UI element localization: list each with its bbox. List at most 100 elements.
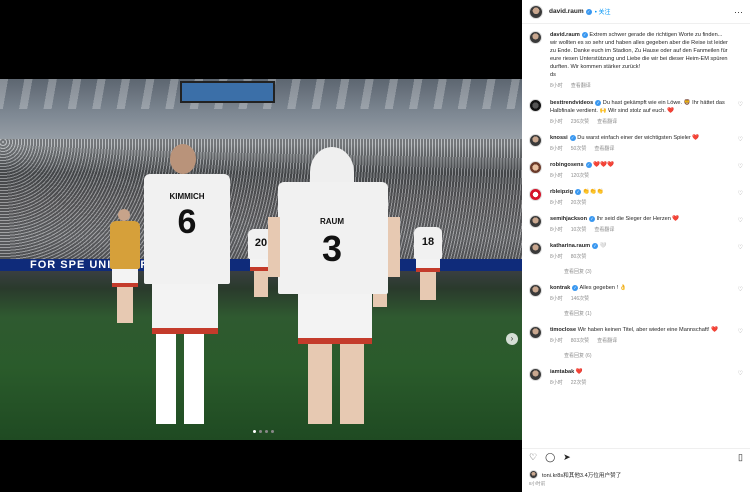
comment-item: besttrendvideos ✓ Du hast gekämpft wie ei…	[522, 99, 750, 126]
caption-avatar[interactable]	[529, 31, 542, 44]
comment-likes[interactable]: 10次赞	[571, 227, 587, 233]
follow-button[interactable]: • 关注	[595, 7, 611, 16]
send-icon[interactable]: ➤	[563, 452, 571, 463]
post-header: david.raum ✓ • 关注 ···	[522, 0, 750, 24]
comment-text: 👏👏👏	[582, 189, 604, 195]
view-replies-link[interactable]: 查看回复 (1)	[564, 310, 730, 318]
comment-text: 🤍	[599, 243, 607, 249]
commenter-avatar[interactable]	[529, 242, 542, 255]
comment-text: Du warst einfach einer der wichtigsten S…	[577, 135, 700, 141]
comment-likes[interactable]: 120次赞	[571, 173, 589, 179]
comment-username[interactable]: knossi	[550, 135, 568, 141]
likes-text[interactable]: toni.kr8s和其他3.4万位用户赞了	[542, 471, 621, 479]
see-translation-link[interactable]: 查看翻译	[594, 146, 614, 152]
comment-likes[interactable]: 22次赞	[571, 380, 587, 386]
comment-like-heart-icon[interactable]: ♡	[738, 101, 743, 108]
comment-likes[interactable]: 50次赞	[571, 146, 587, 152]
commenter-avatar[interactable]	[529, 326, 542, 339]
liker-avatar[interactable]	[529, 470, 538, 479]
commenter-avatar[interactable]	[529, 99, 542, 112]
comment-item: katharina.raum ✓ 🤍 8小时 80次赞 查看回复 (3) ♡	[522, 242, 750, 276]
comment-username[interactable]: timoclose	[550, 327, 576, 333]
background-player-bib	[108, 209, 142, 324]
carousel-dot	[271, 430, 274, 433]
more-icon[interactable]: ···	[734, 7, 743, 17]
comment-username[interactable]: besttrendvideos	[550, 100, 593, 106]
caption-time: 8小时	[550, 83, 563, 89]
carousel-dot	[259, 430, 262, 433]
carousel-dot	[265, 430, 268, 433]
commenter-avatar[interactable]	[529, 284, 542, 297]
comment-text: ❤️	[575, 369, 583, 375]
player-kimmich: KIMMICH 6	[140, 144, 240, 434]
player-raum: RAUM 3	[268, 147, 408, 437]
comment-like-heart-icon[interactable]: ♡	[738, 136, 743, 143]
comment-likes[interactable]: 236次赞	[571, 119, 589, 125]
comment-like-heart-icon[interactable]: ♡	[738, 286, 743, 293]
comments-list[interactable]: david.raum ✓ Extrem schwer gerade die ric…	[522, 26, 750, 444]
comment-likes[interactable]: 20次赞	[571, 200, 587, 206]
caption: david.raum ✓ Extrem schwer gerade die ric…	[522, 31, 750, 90]
author-username[interactable]: david.raum	[549, 8, 584, 15]
caption-tag[interactable]: ds	[550, 72, 556, 78]
post-media: FOR SPE UNITED FOR 20 18 7	[0, 0, 522, 492]
comment-time: 8小时	[550, 338, 563, 344]
comment-icon[interactable]: ◯	[545, 452, 555, 463]
comment-username[interactable]: iamtabak	[550, 369, 574, 375]
commenter-avatar[interactable]	[529, 161, 542, 174]
comment-text: Wir haben keinen Titel, aber wieder eine…	[577, 327, 719, 333]
comment-time: 8小时	[550, 200, 563, 206]
comment-like-heart-icon[interactable]: ♡	[738, 217, 743, 224]
see-translation-link[interactable]: 查看翻译	[597, 338, 617, 344]
comment-username[interactable]: semihjackson	[550, 216, 587, 222]
comment-like-heart-icon[interactable]: ♡	[738, 190, 743, 197]
bookmark-icon[interactable]: ▯	[738, 452, 743, 463]
verified-icon: ✓	[595, 99, 602, 106]
post-photo[interactable]: FOR SPE UNITED FOR 20 18 7	[0, 79, 522, 440]
comment-likes[interactable]: 80次赞	[571, 254, 587, 260]
comment-item: knossi ✓ Du warst einfach einer der wicht…	[522, 134, 750, 153]
comment-text: ❤️❤️❤️	[593, 162, 615, 168]
comment-username[interactable]: rbleipzig	[550, 189, 573, 195]
comment-like-heart-icon[interactable]: ♡	[738, 328, 743, 335]
carousel-next-button[interactable]: ›	[506, 333, 518, 345]
comment-item: kontrak ✓ Alles gegeben ! 👌 8小时 146次赞 查看回复…	[522, 284, 750, 318]
background-player-18: 18	[412, 227, 444, 303]
view-replies-link[interactable]: 查看回复 (6)	[564, 352, 730, 360]
view-replies-link[interactable]: 查看回复 (3)	[564, 268, 730, 276]
commenter-avatar[interactable]	[529, 134, 542, 147]
caption-username[interactable]: david.raum	[550, 32, 580, 38]
comment-like-heart-icon[interactable]: ♡	[738, 244, 743, 251]
comment-text: Alles gegeben ! 👌	[579, 285, 627, 291]
post-side-panel: david.raum ✓ • 关注 ··· david.raum ✓ Extrem…	[522, 0, 750, 492]
comment-time: 8小时	[550, 119, 563, 125]
stadium-screen	[180, 81, 275, 103]
verified-icon: ✓	[589, 215, 595, 222]
commenter-avatar[interactable]	[529, 368, 542, 381]
comment-likes[interactable]: 803次赞	[571, 338, 589, 344]
comment-username[interactable]: kontrak	[550, 285, 570, 291]
author-avatar[interactable]	[529, 4, 543, 19]
comment-time: 8小时	[550, 254, 563, 260]
verified-icon: ✓	[581, 31, 588, 38]
likes-summary: toni.kr8s和其他3.4万位用户赞了	[529, 470, 621, 479]
comment-item: rbleipzig ✓ 👏👏👏 8小时 20次赞 ♡	[522, 188, 750, 207]
comment-item: semihjackson ✓ Ihr seid die Sieger der He…	[522, 215, 750, 234]
commenter-avatar[interactable]	[529, 188, 542, 201]
see-translation-link[interactable]: 查看翻译	[594, 227, 614, 233]
see-translation-link[interactable]: 查看翻译	[571, 83, 591, 89]
post-date: 8小时前	[529, 481, 546, 486]
comment-likes[interactable]: 146次赞	[571, 296, 589, 302]
verified-icon: ✓	[572, 284, 579, 291]
comment-username[interactable]: katharina.raum	[550, 243, 590, 249]
comment-time: 8小时	[550, 146, 563, 152]
comment-like-heart-icon[interactable]: ♡	[738, 163, 743, 170]
verified-icon: ✓	[569, 134, 576, 141]
comment-item: robingosens ✓ ❤️❤️❤️ 8小时 120次赞 ♡	[522, 161, 750, 180]
comment-like-heart-icon[interactable]: ♡	[738, 370, 743, 377]
comment-time: 8小时	[550, 173, 563, 179]
commenter-avatar[interactable]	[529, 215, 542, 228]
see-translation-link[interactable]: 查看翻译	[597, 119, 617, 125]
comment-username[interactable]: robingosens	[550, 162, 584, 168]
heart-icon[interactable]: ♡	[529, 452, 537, 463]
